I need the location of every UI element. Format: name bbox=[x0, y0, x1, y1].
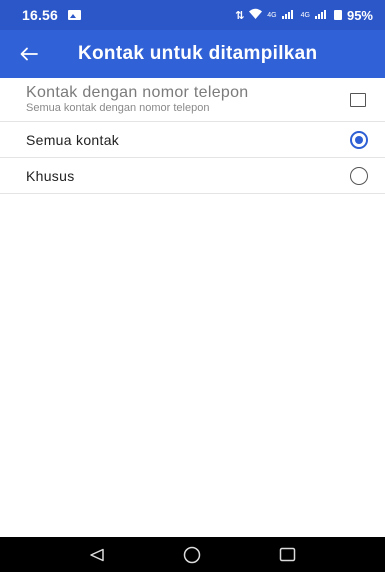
all-contacts-radio[interactable] bbox=[350, 130, 368, 149]
setting-title: Semua kontak bbox=[26, 131, 120, 148]
nav-home-button[interactable] bbox=[183, 546, 201, 564]
square-recents-icon bbox=[279, 547, 296, 562]
settings-list: Kontak dengan nomor telepon Semua kontak… bbox=[0, 78, 385, 194]
triangle-back-icon bbox=[90, 548, 104, 561]
setting-title: Kontak dengan nomor telepon bbox=[26, 84, 249, 101]
app-bar: Kontak untuk ditampilkan bbox=[0, 30, 385, 78]
setting-text: Kontak dengan nomor telepon Semua kontak… bbox=[26, 84, 248, 115]
back-button[interactable] bbox=[0, 30, 56, 78]
setting-subtitle: Semua kontak dengan nomor telepon bbox=[26, 102, 210, 114]
status-right: ⇅ 4G 4G 95% bbox=[235, 8, 373, 23]
status-bar: 16.56 ⇅ 4G 4G 95% bbox=[0, 0, 385, 30]
setting-custom[interactable]: Khusus bbox=[0, 158, 385, 194]
wifi-icon bbox=[249, 8, 263, 22]
setting-title: Khusus bbox=[26, 167, 75, 184]
arrow-left-icon bbox=[20, 47, 38, 61]
nav-recents-button[interactable] bbox=[279, 547, 296, 562]
setting-phone-contacts[interactable]: Kontak dengan nomor telepon Semua kontak… bbox=[0, 78, 385, 122]
battery-percent: 95% bbox=[346, 7, 373, 23]
image-notification-icon bbox=[68, 10, 82, 20]
radio-selected-dot bbox=[355, 135, 363, 144]
signal-icon-2 bbox=[314, 9, 329, 22]
navigation-bar bbox=[0, 537, 385, 572]
network-type-label: 4G bbox=[267, 11, 277, 19]
status-time: 16.56 bbox=[22, 7, 59, 23]
network-type-label-2: 4G bbox=[300, 11, 310, 19]
setting-all-contacts[interactable]: Semua kontak bbox=[0, 122, 385, 158]
battery-icon bbox=[333, 10, 342, 20]
status-left: 16.56 bbox=[22, 7, 82, 23]
phone-contacts-checkbox[interactable] bbox=[350, 92, 366, 107]
screen: 16.56 ⇅ 4G 4G 95% Kontak untuk ditampilk… bbox=[0, 0, 385, 572]
data-transfer-icon: ⇅ bbox=[235, 9, 245, 22]
signal-icon bbox=[281, 9, 296, 22]
custom-radio[interactable] bbox=[350, 166, 368, 185]
circle-home-icon bbox=[183, 546, 201, 563]
nav-back-button[interactable] bbox=[89, 548, 105, 562]
page-title: Kontak untuk ditampilkan bbox=[78, 43, 318, 64]
